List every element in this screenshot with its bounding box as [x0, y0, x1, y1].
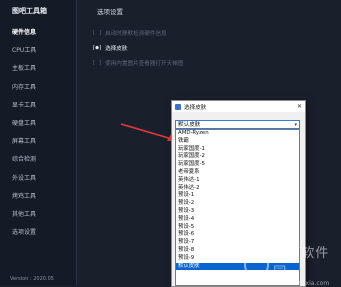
sidebar-item-other-tools[interactable]: 其他工具: [0, 206, 76, 224]
sidebar-item-hardware-info[interactable]: 硬件信息: [0, 24, 76, 42]
sidebar-item-stress-tools[interactable]: 烤鸡工具: [0, 188, 76, 206]
sidebar-item-peripheral-tools[interactable]: 外设工具: [0, 170, 76, 188]
dialog-title: 选择皮肤: [184, 104, 207, 111]
watermark: 当下软件园 www.downxia.com: [244, 242, 341, 287]
checkbox-select-skin[interactable]: [●]: [92, 45, 102, 51]
option-select-skin[interactable]: [●] 选择皮肤: [92, 44, 128, 52]
skin-option[interactable]: 预设-4: [176, 216, 299, 224]
sidebar-item-gpu-tools[interactable]: 显卡工具: [0, 97, 76, 115]
checkbox-builtin-viewer[interactable]: [ ]: [92, 60, 102, 66]
watermark-logo-icon: [244, 251, 270, 278]
option-silent-detect-label: 启动时静默检测硬件信息: [105, 31, 167, 37]
skin-select-value: 默认皮肤: [178, 122, 201, 128]
sidebar-nav: 硬件信息 CPU工具 主板工具 内存工具 显卡工具 硬盘工具 屏幕工具 综合检测…: [0, 24, 76, 242]
option-builtin-viewer[interactable]: [ ] 使用内置图片查看器打开天梯图: [92, 59, 183, 67]
skin-option[interactable]: 英伟达-1: [176, 177, 299, 185]
close-icon[interactable]: ✕: [297, 103, 302, 110]
skin-option[interactable]: 预设-1: [176, 192, 299, 200]
dialog-titlebar: 选择皮肤: [172, 101, 305, 112]
page-title: 选项设置: [97, 8, 123, 16]
skin-option[interactable]: 玩家国度-5: [176, 161, 299, 169]
skin-option[interactable]: AMD-Ryzen: [176, 130, 299, 138]
skin-option[interactable]: 老帝夏系: [176, 169, 299, 177]
app-icon: [175, 103, 181, 110]
sidebar-item-screen-tools[interactable]: 屏幕工具: [0, 133, 76, 151]
option-builtin-viewer-label: 使用内置图片查看器打开天梯图: [105, 61, 184, 67]
watermark-url: www.downxia.com: [273, 280, 330, 287]
option-select-skin-label: 选择皮肤: [105, 46, 128, 52]
checkbox-silent-detect[interactable]: [ ]: [92, 30, 102, 36]
skin-option[interactable]: 英伟达-2: [176, 185, 299, 193]
skin-option[interactable]: 铁霸: [176, 138, 299, 146]
sidebar-item-settings[interactable]: 选项设置: [0, 224, 76, 242]
option-silent-detect[interactable]: [ ] 启动时静默检测硬件信息: [92, 29, 167, 37]
sidebar-item-memory-tools[interactable]: 内存工具: [0, 79, 76, 97]
skin-select[interactable]: 默认皮肤 ▾: [175, 120, 300, 129]
watermark-text: 当下软件园 www.downxia.com: [273, 242, 341, 287]
version-label: Version : 2020.05: [10, 276, 54, 282]
sidebar-item-overall-test[interactable]: 综合检测: [0, 151, 76, 169]
watermark-title: 当下软件园: [273, 246, 330, 280]
app-title: 图吧工具箱: [12, 7, 47, 15]
skin-option[interactable]: 预设-2: [176, 200, 299, 208]
skin-option[interactable]: 预设-6: [176, 231, 299, 239]
sidebar-item-disk-tools[interactable]: 硬盘工具: [0, 115, 76, 133]
sidebar-item-motherboard-tools[interactable]: 主板工具: [0, 60, 76, 78]
sidebar: 图吧工具箱 硬件信息 CPU工具 主板工具 内存工具 显卡工具 硬盘工具 屏幕工…: [0, 0, 77, 285]
skin-option[interactable]: 预设-3: [176, 208, 299, 216]
skin-option[interactable]: 预设-5: [176, 224, 299, 232]
sidebar-item-cpu-tools[interactable]: CPU工具: [0, 42, 76, 60]
